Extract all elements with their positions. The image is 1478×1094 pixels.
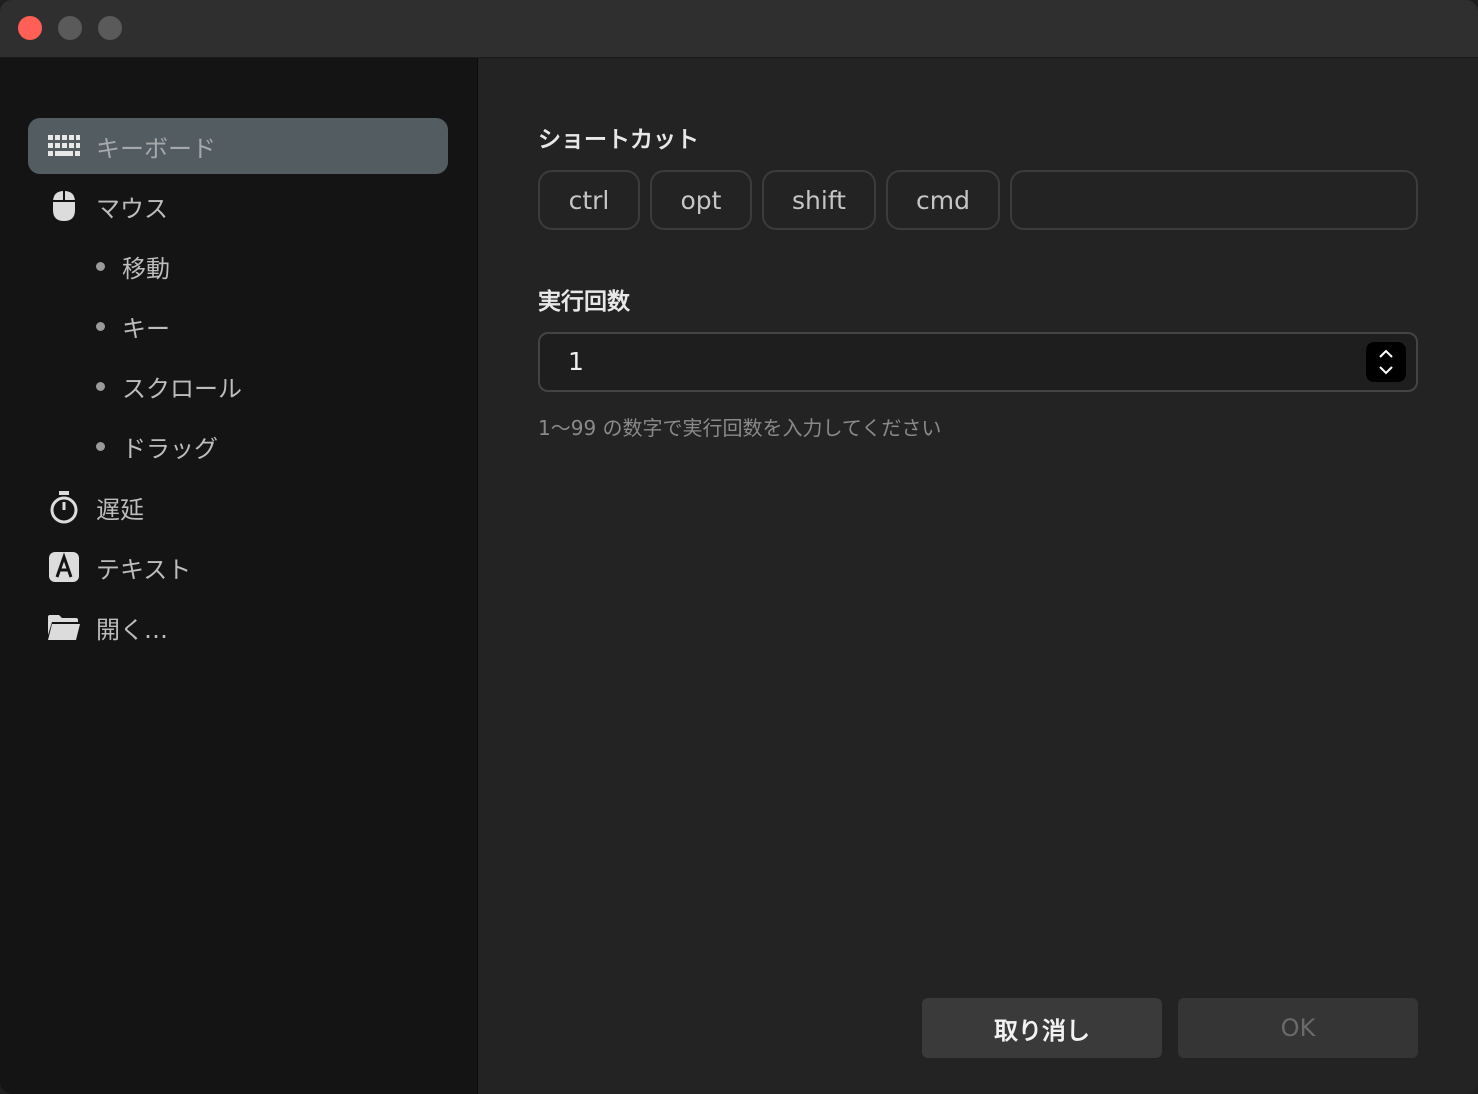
modifier-ctrl-toggle[interactable]: ctrl [538,170,640,230]
sidebar-item-label: 開く… [96,615,168,644]
repeat-count-value: 1 [568,347,584,376]
sidebar-subitem-key[interactable]: キー [92,306,170,346]
sidebar-subitem-label: キー [122,314,170,343]
shortcut-key-input[interactable] [1010,170,1418,230]
sidebar-subitem-drag[interactable]: ドラッグ [92,426,218,466]
minimize-window-button[interactable] [58,16,82,40]
stopwatch-icon [46,489,82,525]
keyboard-icon [46,128,82,164]
sidebar-item-label: テキスト [96,555,192,584]
cancel-button[interactable]: 取り消し [922,998,1162,1058]
sidebar-item-label: マウス [96,194,168,223]
ok-button[interactable]: OK [1178,998,1418,1058]
modifier-opt-toggle[interactable]: opt [650,170,752,230]
sidebar-item-text[interactable]: テキスト [28,539,448,595]
count-title: 実行回数 [538,289,630,315]
main-content: ショートカット ctrl opt shift cmd 実行回数 1 1〜99 の… [479,58,1478,1094]
sidebar-subitem-move[interactable]: 移動 [92,246,170,286]
bullet-icon [96,441,105,451]
repeat-count-input[interactable]: 1 [538,332,1418,392]
folder-icon [46,609,82,645]
bullet-icon [96,321,105,331]
sidebar: キーボード マウス 移動 キー スクロール ドラッグ 遅延 テキスト 開く… [0,58,478,1094]
sidebar-item-delay[interactable]: 遅延 [28,479,448,535]
helper-text: 1〜99 の数字で実行回数を入力してください [538,416,942,440]
app-window: キーボード マウス 移動 キー スクロール ドラッグ 遅延 テキスト 開く… シ… [0,0,1478,1094]
chevron-up-icon[interactable] [1379,349,1393,358]
bullet-icon [96,381,105,391]
sidebar-item-label: キーボード [96,134,216,163]
mouse-icon [46,188,82,224]
modifier-shift-toggle[interactable]: shift [762,170,876,230]
title-bar [0,0,1478,58]
sidebar-item-open[interactable]: 開く… [28,599,448,655]
close-window-button[interactable] [18,16,42,40]
sidebar-subitem-scroll[interactable]: スクロール [92,366,242,406]
chevron-down-icon[interactable] [1379,366,1393,375]
sidebar-item-label: 遅延 [96,495,144,524]
text-a-icon [46,549,82,585]
sidebar-subitem-label: スクロール [122,374,242,403]
modifier-cmd-toggle[interactable]: cmd [886,170,1000,230]
sidebar-item-keyboard[interactable]: キーボード [28,118,448,174]
shortcut-title: ショートカット [538,127,699,153]
sidebar-subitem-label: 移動 [122,254,170,283]
zoom-window-button[interactable] [98,16,122,40]
sidebar-item-mouse[interactable]: マウス [28,178,448,234]
sidebar-subitem-label: ドラッグ [122,434,218,463]
bullet-icon [96,261,105,271]
repeat-count-stepper[interactable] [1366,342,1406,382]
